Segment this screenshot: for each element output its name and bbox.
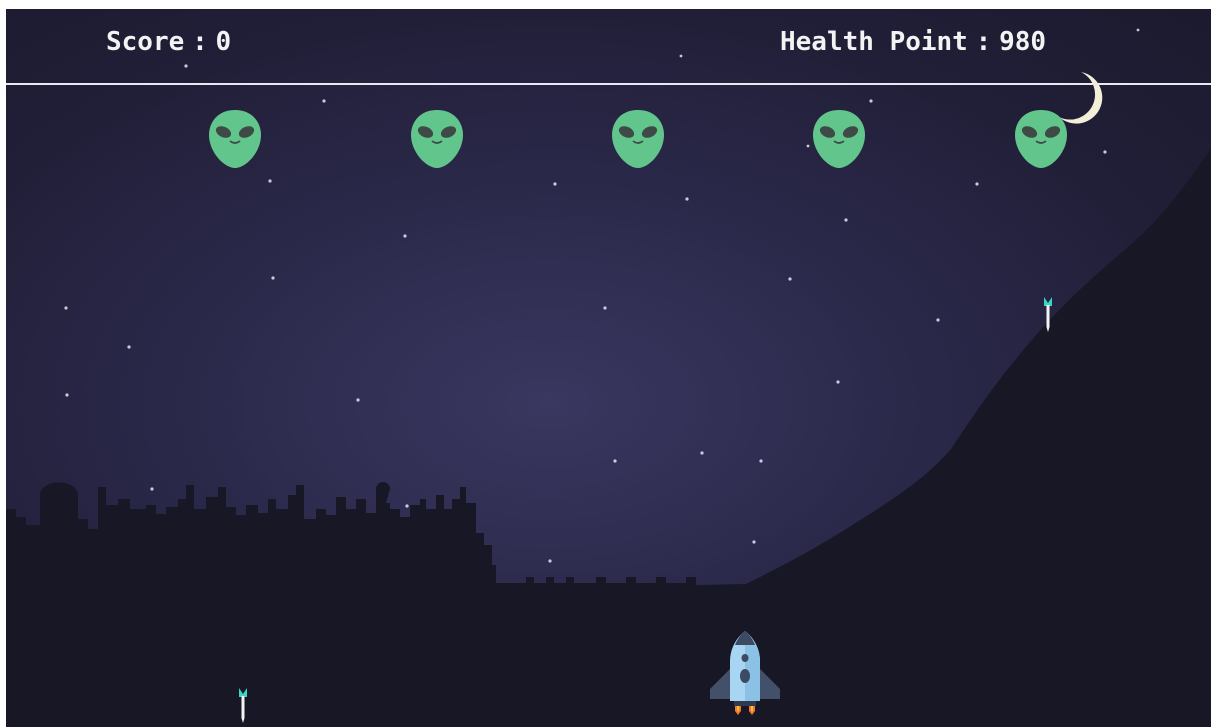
alien-face-icon bbox=[1015, 110, 1067, 168]
game-canvas[interactable]: Score:0 Health Point:980 bbox=[6, 9, 1211, 727]
alien-enemy-5 bbox=[1014, 108, 1068, 170]
enemy-missile-1 bbox=[1043, 297, 1053, 333]
alien-face-icon bbox=[813, 110, 865, 168]
health-display: Health Point:980 bbox=[780, 25, 1046, 59]
alien-enemy-4 bbox=[812, 108, 866, 170]
health-separator: : bbox=[975, 27, 992, 57]
hud-bar: Score:0 Health Point:980 bbox=[6, 9, 1211, 85]
missile-icon bbox=[1044, 297, 1052, 332]
missile-icon bbox=[239, 688, 247, 723]
health-label: Health Point bbox=[780, 27, 968, 57]
ground bbox=[6, 587, 1211, 727]
alien-face-icon bbox=[411, 110, 463, 168]
score-separator: : bbox=[192, 27, 208, 57]
alien-enemy-1 bbox=[208, 108, 262, 170]
enemy-missile-2 bbox=[238, 688, 248, 724]
score-label: Score bbox=[106, 27, 185, 57]
health-value: 980 bbox=[999, 27, 1047, 57]
player-rocket[interactable] bbox=[708, 631, 782, 715]
alien-face-icon bbox=[209, 110, 261, 168]
score-value: 0 bbox=[215, 27, 232, 57]
rocket-ship-icon bbox=[710, 631, 780, 715]
alien-enemy-2 bbox=[410, 108, 464, 170]
score-display: Score:0 bbox=[106, 25, 231, 59]
alien-face-icon bbox=[612, 110, 664, 168]
alien-enemy-3 bbox=[611, 108, 665, 170]
